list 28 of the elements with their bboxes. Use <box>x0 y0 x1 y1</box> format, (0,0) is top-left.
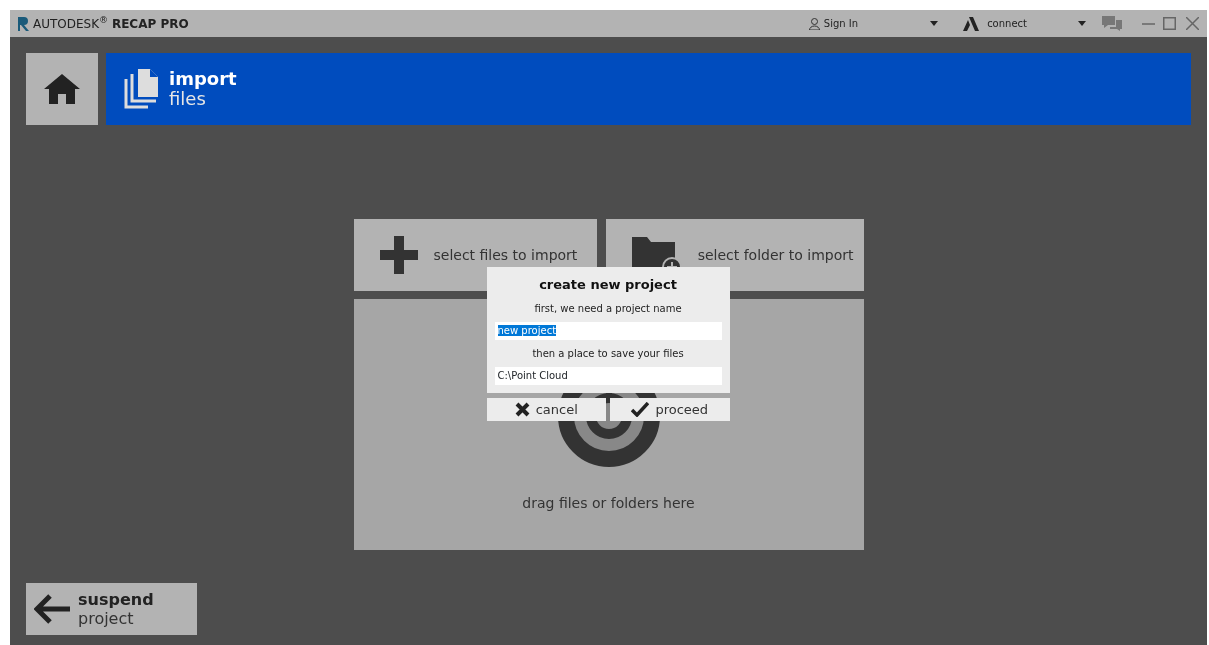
home-icon <box>44 74 80 104</box>
header-title: import <box>169 69 237 89</box>
project-name-field[interactable]: new project <box>494 321 722 340</box>
close-icon <box>514 402 530 417</box>
path-prompt: then a place to save your files <box>531 346 685 361</box>
drop-area-label: drag files or folders here <box>522 494 695 513</box>
back-arrow-icon <box>34 594 70 624</box>
header-subtitle: files <box>169 89 206 109</box>
maximize-icon[interactable] <box>1163 17 1176 30</box>
checkmark-icon <box>631 402 650 417</box>
cancel-button[interactable]: cancel <box>486 398 606 421</box>
home-button[interactable] <box>26 53 98 125</box>
connect-link[interactable]: connect <box>963 16 1027 31</box>
name-prompt: first, we need a project name <box>533 301 683 316</box>
close-icon[interactable] <box>1186 17 1199 30</box>
proceed-button[interactable]: proceed <box>610 398 730 421</box>
plus-icon <box>379 236 418 274</box>
app-title: AUTODESK$^{®}$ RECAP PRO <box>33 14 189 33</box>
suspend-button[interactable]: suspend project <box>26 583 197 635</box>
caret-icon[interactable] <box>930 21 939 26</box>
chat-icon[interactable] <box>1102 16 1122 31</box>
logo-icon <box>18 16 29 31</box>
triangle-logo-icon <box>963 16 980 31</box>
files-icon <box>124 69 159 109</box>
sign-in-link[interactable]: Sign In <box>808 16 859 31</box>
save-path-field[interactable]: C:\Point Cloud <box>494 366 722 385</box>
caret-icon[interactable] <box>1078 21 1086 26</box>
person-icon <box>808 17 820 30</box>
